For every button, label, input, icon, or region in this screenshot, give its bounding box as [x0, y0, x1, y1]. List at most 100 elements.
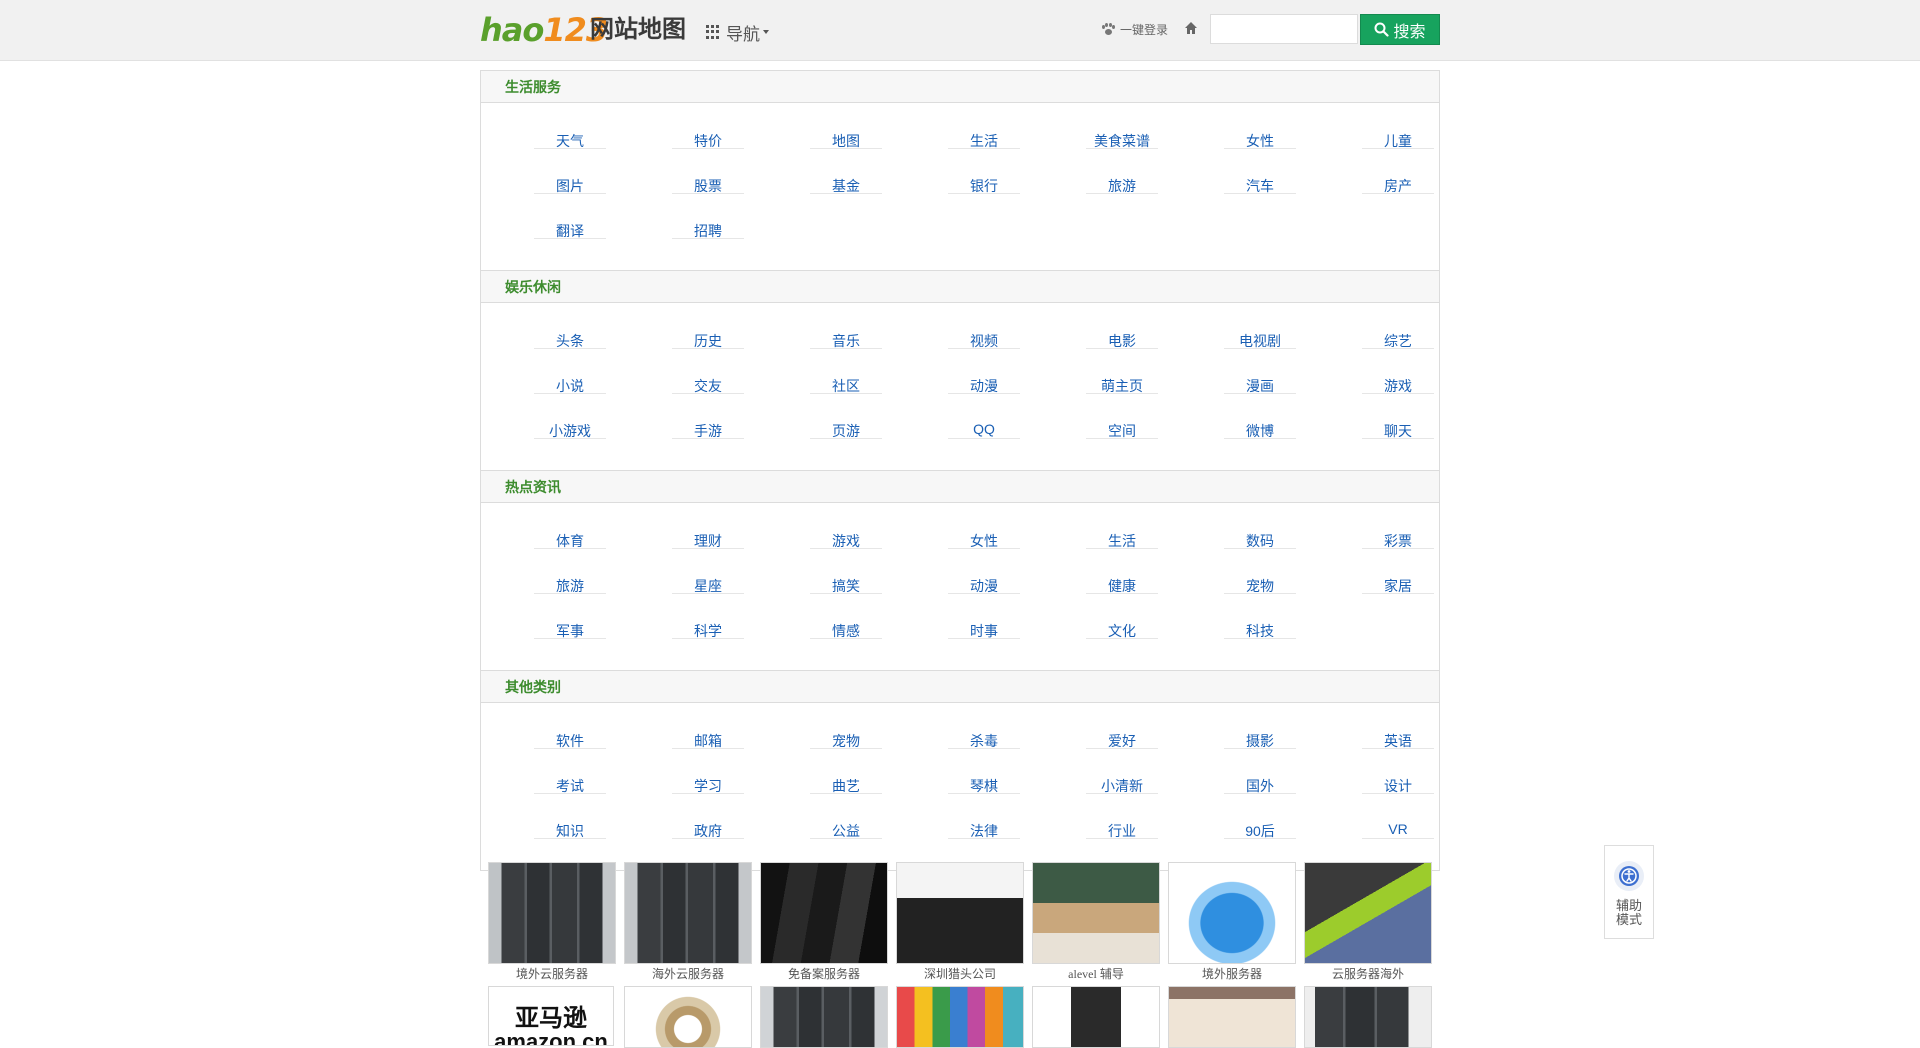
category-link[interactable]: 健康	[1086, 563, 1158, 594]
category-link[interactable]: 微博	[1224, 408, 1296, 439]
category-link[interactable]: 空间	[1086, 408, 1158, 439]
search-input[interactable]	[1210, 14, 1358, 44]
ad-item[interactable]	[1304, 986, 1432, 1048]
category-link[interactable]: 生活	[948, 118, 1020, 149]
nav-dropdown[interactable]: 导航	[706, 20, 769, 44]
home-icon[interactable]	[1184, 21, 1198, 35]
category-link[interactable]: VR	[1362, 808, 1434, 839]
category-link[interactable]: 时事	[948, 608, 1020, 639]
ad-caption[interactable]: 云服务器海外	[1304, 964, 1432, 984]
ad-caption[interactable]: 深圳猎头公司	[896, 964, 1024, 984]
ad-item[interactable]: 海外云服务器	[624, 862, 752, 984]
ad-item[interactable]: 亚马逊 amazon.cn	[488, 986, 616, 1048]
category-link[interactable]: 女性	[1224, 118, 1296, 149]
category-link[interactable]: 政府	[672, 808, 744, 839]
category-link[interactable]: 爱好	[1086, 718, 1158, 749]
category-link[interactable]: 杀毒	[948, 718, 1020, 749]
category-link[interactable]: 情感	[810, 608, 882, 639]
ad-item[interactable]: 免备案服务器	[760, 862, 888, 984]
category-link[interactable]: 天气	[534, 118, 606, 149]
category-link[interactable]: 汽车	[1224, 163, 1296, 194]
ad-caption[interactable]: 免备案服务器	[760, 964, 888, 984]
ad-caption[interactable]: 境外云服务器	[488, 964, 616, 984]
category-link[interactable]: 理财	[672, 518, 744, 549]
category-link[interactable]: 考试	[534, 763, 606, 794]
ad-item[interactable]: 深圳猎头公司	[896, 862, 1024, 984]
category-link[interactable]: 搞笑	[810, 563, 882, 594]
category-link[interactable]: 星座	[672, 563, 744, 594]
ad-image[interactable]	[624, 986, 752, 1048]
category-link[interactable]: 宠物	[810, 718, 882, 749]
category-link[interactable]: 图片	[534, 163, 606, 194]
ad-image[interactable]	[1304, 986, 1432, 1048]
ad-item[interactable]: 云服务器海外	[1304, 862, 1432, 984]
category-link[interactable]: 股票	[672, 163, 744, 194]
ad-item[interactable]: 境外服务器	[1168, 862, 1296, 984]
ad-image[interactable]	[1168, 862, 1296, 964]
category-link[interactable]: 游戏	[1362, 363, 1434, 394]
category-link[interactable]: 邮箱	[672, 718, 744, 749]
category-link[interactable]: 法律	[948, 808, 1020, 839]
category-link[interactable]: 招聘	[672, 208, 744, 239]
category-link[interactable]: 国外	[1224, 763, 1296, 794]
ad-image[interactable]	[488, 862, 616, 964]
category-link[interactable]: 基金	[810, 163, 882, 194]
category-link[interactable]: 头条	[534, 318, 606, 349]
category-link[interactable]: 综艺	[1362, 318, 1434, 349]
ad-caption[interactable]: alevel 辅导	[1032, 964, 1160, 984]
ad-image[interactable]: 亚马逊 amazon.cn	[488, 986, 614, 1046]
ad-item[interactable]: 境外云服务器	[488, 862, 616, 984]
category-link[interactable]: 萌主页	[1086, 363, 1158, 394]
category-link[interactable]: 知识	[534, 808, 606, 839]
category-link[interactable]: 文化	[1086, 608, 1158, 639]
ad-image[interactable]	[896, 862, 1024, 964]
ad-image[interactable]	[1304, 862, 1432, 964]
category-link[interactable]: 曲艺	[810, 763, 882, 794]
ad-image[interactable]	[624, 862, 752, 964]
ad-item[interactable]	[1032, 986, 1160, 1048]
ad-image[interactable]	[1032, 862, 1160, 964]
accessibility-mode-button[interactable]: 辅助 模式	[1604, 845, 1654, 939]
category-link[interactable]: 设计	[1362, 763, 1434, 794]
ad-item[interactable]: alevel 辅导	[1032, 862, 1160, 984]
ad-caption[interactable]: 海外云服务器	[624, 964, 752, 984]
ad-image[interactable]	[760, 862, 888, 964]
category-link[interactable]: 地图	[810, 118, 882, 149]
category-link[interactable]: 体育	[534, 518, 606, 549]
category-link[interactable]: 历史	[672, 318, 744, 349]
category-link[interactable]: 英语	[1362, 718, 1434, 749]
hao123-logo[interactable]: hao 123	[480, 12, 608, 48]
category-link[interactable]: 公益	[810, 808, 882, 839]
category-link[interactable]: 房产	[1362, 163, 1434, 194]
category-link[interactable]: 科技	[1224, 608, 1296, 639]
category-link[interactable]: 美食菜谱	[1086, 118, 1158, 149]
category-link[interactable]: 军事	[534, 608, 606, 639]
category-link[interactable]: 行业	[1086, 808, 1158, 839]
category-link[interactable]: 社区	[810, 363, 882, 394]
category-link[interactable]: 页游	[810, 408, 882, 439]
ad-image[interactable]	[1032, 986, 1160, 1048]
category-link[interactable]: 漫画	[1224, 363, 1296, 394]
category-link[interactable]: 小清新	[1086, 763, 1158, 794]
ad-item[interactable]	[760, 986, 888, 1048]
category-link[interactable]: 数码	[1224, 518, 1296, 549]
category-link[interactable]: 生活	[1086, 518, 1158, 549]
ad-item[interactable]	[624, 986, 752, 1048]
category-link[interactable]: 旅游	[534, 563, 606, 594]
category-link[interactable]: 旅游	[1086, 163, 1158, 194]
category-link[interactable]: 动漫	[948, 363, 1020, 394]
category-link[interactable]: 儿童	[1362, 118, 1434, 149]
category-link[interactable]: 宠物	[1224, 563, 1296, 594]
category-link[interactable]: 音乐	[810, 318, 882, 349]
category-link[interactable]: 软件	[534, 718, 606, 749]
one-click-login-link[interactable]: 一键登录	[1102, 20, 1168, 38]
category-link[interactable]: 交友	[672, 363, 744, 394]
category-link[interactable]: 学习	[672, 763, 744, 794]
category-link[interactable]: QQ	[948, 408, 1020, 439]
ad-image[interactable]	[896, 986, 1024, 1048]
category-link[interactable]: 琴棋	[948, 763, 1020, 794]
category-link[interactable]: 手游	[672, 408, 744, 439]
ad-item[interactable]	[1168, 986, 1296, 1048]
category-link[interactable]: 彩票	[1362, 518, 1434, 549]
category-link[interactable]: 摄影	[1224, 718, 1296, 749]
